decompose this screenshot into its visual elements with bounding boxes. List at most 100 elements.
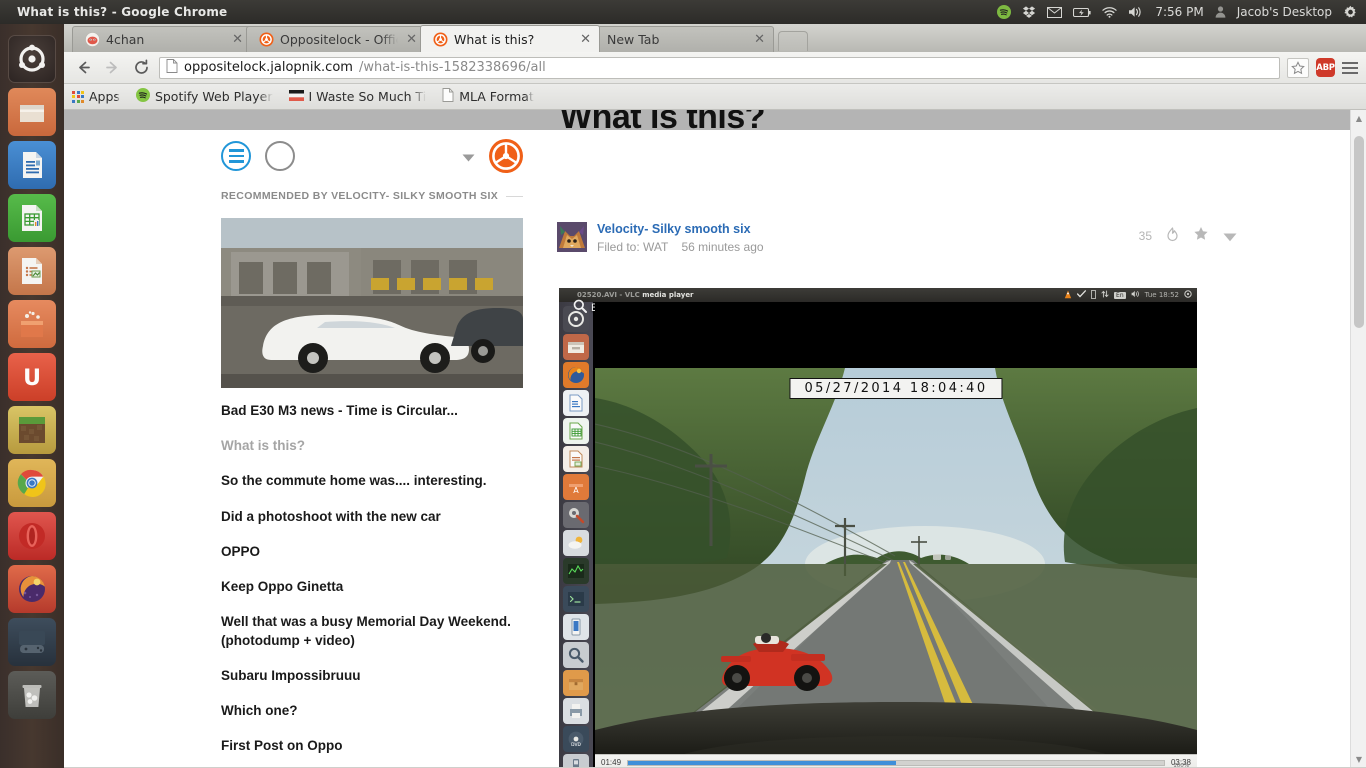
launcher-item-minecraft[interactable] [8, 406, 56, 454]
gear-icon[interactable] [1343, 5, 1358, 20]
list-item[interactable]: OPPO [221, 543, 523, 561]
tab-label: What is this? [454, 31, 535, 47]
launcher-item-games[interactable] [8, 618, 56, 666]
wifi-icon[interactable] [1102, 6, 1117, 18]
launcher-item-trash[interactable] [8, 671, 56, 719]
chrome-menu-icon[interactable] [1342, 61, 1358, 74]
embedded-launcher-printer [563, 698, 589, 724]
elapsed-time: 01:49 [601, 758, 622, 767]
system-indicators: 7:56 PM Jacob's Desktop [997, 5, 1366, 20]
byline: Velocity- Silky smooth six Filed to: WAT… [557, 222, 1237, 254]
adblock-plus-icon[interactable]: ABP [1316, 58, 1335, 77]
launcher-item-libreoffice-impress[interactable] [8, 247, 56, 295]
new-tab-button[interactable] [778, 31, 808, 51]
embedded-launcher-software-center: A [563, 474, 589, 500]
tab-close-icon[interactable]: ✕ [578, 33, 593, 46]
launcher-item-ubuntu-dash[interactable] [8, 35, 56, 83]
empty-circle-icon[interactable] [265, 141, 295, 171]
launcher-item-files[interactable] [8, 88, 56, 136]
sidebar-controls [221, 134, 523, 178]
forward-arrow-icon[interactable] [101, 57, 123, 79]
url-path: /what-is-this-1582338696/all [358, 60, 546, 75]
tab-close-icon[interactable]: ✕ [404, 33, 419, 46]
apps-grid-icon [72, 90, 84, 103]
list-item[interactable]: So the commute home was.... interesting. [221, 472, 523, 490]
page-scrollbar[interactable]: ▲ ▼ [1350, 110, 1366, 767]
tab-close-icon[interactable]: ✕ [752, 33, 767, 46]
embedded-launcher-writer [563, 390, 589, 416]
reload-icon[interactable] [130, 57, 152, 79]
embedded-screenshot[interactable]: 02520.AVI - VLC media player En Tue 18:5… [559, 288, 1197, 767]
volume-icon[interactable] [1128, 6, 1144, 18]
battery-icon[interactable] [1073, 7, 1091, 18]
hamburger-circle-icon[interactable] [221, 141, 251, 171]
list-item[interactable]: Keep Oppo Ginetta [221, 578, 523, 596]
toolbar-right-actions: ABP [1287, 57, 1358, 78]
launcher-item-firefox[interactable] [8, 565, 56, 613]
tab-new-tab[interactable]: New Tab ✕ [594, 26, 774, 52]
user-name[interactable]: Jacob's Desktop [1237, 5, 1332, 19]
embedded-indicators: En Tue 18:52 [1064, 289, 1197, 301]
recommended-heading: RECOMMENDED BY VELOCITY- SILKY SMOOTH SI… [221, 190, 523, 202]
list-item[interactable]: Did a photoshoot with the new car [221, 508, 523, 526]
launcher-item-opera[interactable] [8, 512, 56, 560]
launcher-item-google-chrome[interactable] [8, 459, 56, 507]
bookmark-i-waste-so-much-time[interactable]: I Waste So Much Ti [288, 89, 426, 104]
list-item[interactable]: What is this? [221, 437, 523, 455]
bookmark-spotify[interactable]: Spotify Web Player [135, 88, 273, 105]
embedded-launcher-terminal [563, 586, 589, 612]
back-arrow-icon[interactable] [72, 57, 94, 79]
article-author[interactable]: Velocity- Silky smooth six [597, 222, 764, 236]
dashcam-timestamp: 05/27/2014 18:04:40 [789, 378, 1003, 399]
launcher-item-libreoffice-writer[interactable] [8, 141, 56, 189]
mail-icon[interactable] [1047, 6, 1063, 18]
svg-text:U: U [23, 366, 41, 391]
list-item[interactable]: Which one? [221, 702, 523, 720]
launcher-item-software-center[interactable] [8, 300, 56, 348]
page-icon [442, 88, 454, 105]
list-item[interactable]: Subaru Impossibruuu [221, 667, 523, 685]
sidebar-thumbnail[interactable] [221, 218, 523, 388]
dropbox-icon[interactable] [1022, 5, 1036, 19]
filed-to-tag[interactable]: WAT [643, 240, 668, 254]
launcher-item-ubuntu-one[interactable]: U [8, 353, 56, 401]
bookmark-star-icon[interactable] [1287, 57, 1309, 78]
seek-bar[interactable] [627, 759, 1165, 766]
list-item[interactable]: Well that was a busy Memorial Day Weeken… [221, 613, 523, 649]
embedded-launcher-usb [563, 754, 589, 767]
article-filed: Filed to: WAT 56 minutes ago [597, 240, 764, 254]
address-bar[interactable]: oppositelock.jalopnik.com/what-is-this-1… [159, 56, 1280, 79]
launcher-item-libreoffice-calc[interactable] [8, 194, 56, 242]
tab-close-icon[interactable]: ✕ [230, 33, 245, 46]
bookmark-apps[interactable]: Apps [72, 89, 120, 104]
embedded-launcher-app [563, 614, 589, 640]
flame-icon[interactable] [1166, 226, 1179, 246]
tab-oppositelock[interactable]: Oppositelock - Officia ✕ [246, 26, 426, 52]
tab-label: New Tab [607, 32, 660, 47]
chevron-down-icon[interactable] [462, 147, 475, 166]
unity-launcher: U [0, 24, 64, 768]
url-host: oppositelock.jalopnik.com [184, 60, 353, 75]
gear-icon [1184, 290, 1192, 300]
scrollbar-thumb[interactable] [1354, 136, 1364, 328]
embedded-clock: Tue 18:52 [1144, 291, 1179, 299]
chrome-window: 4chan ✕ Oppositelock - Officia ✕ What is… [64, 24, 1366, 768]
filed-to-label: Filed to: [597, 240, 640, 254]
tab-what-is-this[interactable]: What is this? ✕ [420, 25, 600, 52]
volume-percent: 100% [1173, 763, 1189, 767]
scroll-up-arrow-icon[interactable]: ▲ [1351, 110, 1366, 126]
vlc-window-title: 02520.AVI - VLC media player [577, 291, 694, 299]
chevron-down-icon[interactable] [1223, 227, 1237, 246]
list-item[interactable]: Bad E30 M3 news - Time is Circular... [221, 402, 523, 420]
tab-4chan[interactable]: 4chan ✕ [72, 26, 252, 52]
avatar[interactable] [557, 222, 587, 252]
clock[interactable]: 7:56 PM [1155, 5, 1203, 19]
browser-toolbar: oppositelock.jalopnik.com/what-is-this-1… [64, 52, 1366, 84]
spotify-icon[interactable] [997, 5, 1012, 19]
tab-strip: 4chan ✕ Oppositelock - Officia ✕ What is… [64, 24, 1366, 52]
star-icon[interactable] [1193, 226, 1209, 246]
scroll-down-arrow-icon[interactable]: ▼ [1351, 751, 1366, 767]
oppositelock-wheel-icon[interactable] [489, 139, 523, 173]
bookmark-mla-format[interactable]: MLA Format [442, 88, 534, 105]
list-item[interactable]: First Post on Oppo [221, 737, 523, 755]
